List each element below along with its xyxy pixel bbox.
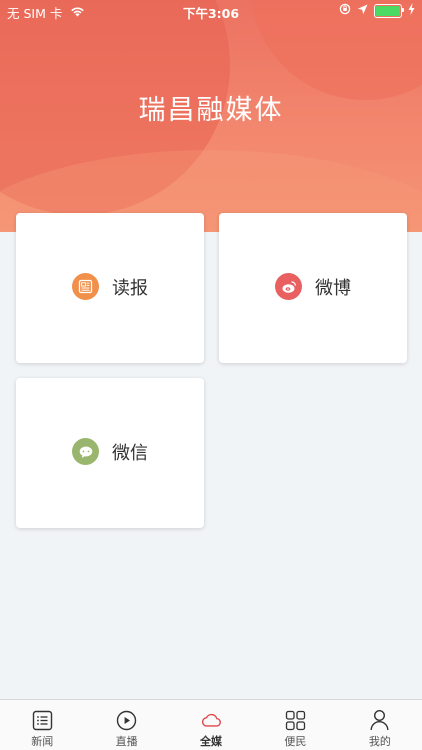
page-title: 瑞昌融媒体 [138,95,284,126]
cloud-icon [200,709,222,731]
tab-label: 全媒 [200,735,223,748]
card-label: 微信 [112,442,148,464]
card-wechat[interactable]: 微信 [16,378,204,528]
tab-mine[interactable]: 我的 [338,700,422,750]
header-banner: 瑞昌融媒体 [0,0,422,232]
charging-icon [408,3,415,18]
tab-news[interactable]: 新闻 [0,700,84,750]
bottom-tab-bar: 新闻 直播 全媒 便民 我的 [0,699,422,750]
rotation-lock-icon [339,3,351,18]
tab-convenience[interactable]: 便民 [253,700,337,750]
news-list-icon [31,709,53,731]
card-weibo[interactable]: 微博 [219,213,407,363]
user-icon [369,709,391,731]
tab-label: 新闻 [31,735,54,748]
tab-live[interactable]: 直播 [84,700,168,750]
weibo-icon [275,273,302,300]
play-icon [116,709,138,731]
card-label: 读报 [112,277,148,299]
tab-label: 我的 [368,735,391,748]
status-bar: 无 SIM 卡 下午3:06 [0,0,422,22]
location-icon [357,3,368,18]
tab-label: 便民 [284,735,307,748]
tab-label: 直播 [115,735,138,748]
app-screen: 瑞昌融媒体 无 SIM 卡 下午3:06 读报 微博 微信 新闻 直播 全媒 便… [0,0,422,750]
wechat-icon [72,438,99,465]
newspaper-icon [72,273,99,300]
tab-all-media[interactable]: 全媒 [169,700,253,750]
grid-icon [284,709,306,731]
card-read-newspaper[interactable]: 读报 [16,213,204,363]
battery-icon [374,3,404,18]
card-label: 微博 [315,277,351,299]
